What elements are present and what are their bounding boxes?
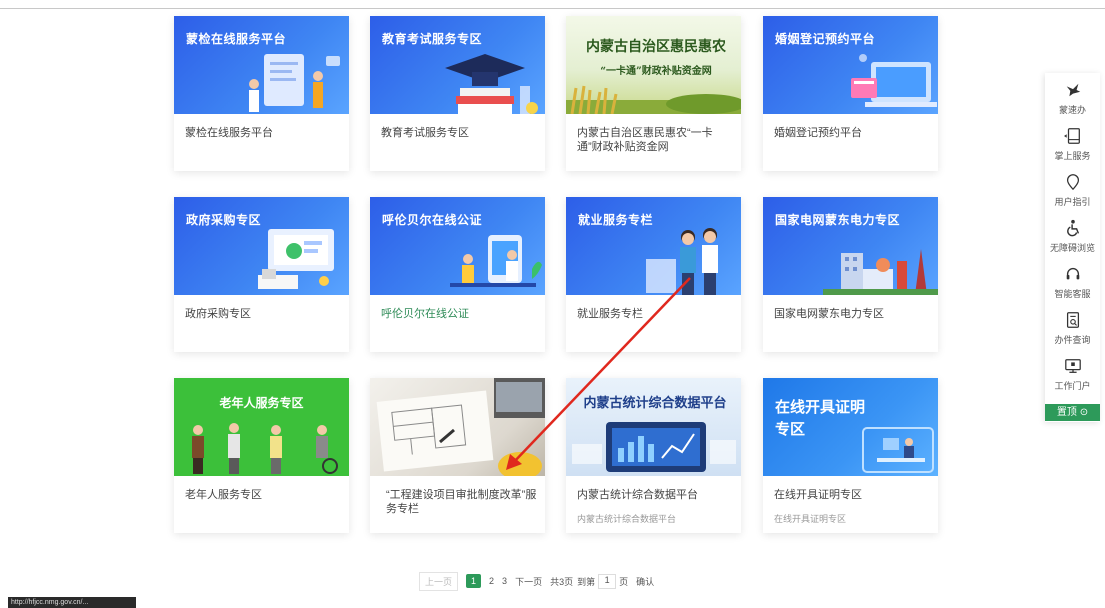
card-state-grid-mengdong[interactable]: 国家电网蒙东电力专区 国家电网蒙东电力专区	[763, 197, 938, 352]
card-sublabel: 内蒙古统计综合数据平台	[577, 514, 677, 524]
sidebar-item-label: 无障碍浏览	[1049, 243, 1095, 253]
card-banner-title: 蒙检在线服务平台	[186, 32, 287, 46]
sidebar-item-work-portal[interactable]: 工作门户	[1045, 351, 1100, 397]
pagination: 上一页 1 2 3 下一页 共3页 到第 1 页 确认	[419, 571, 662, 591]
card-label: 婚姻登记预约平台	[774, 127, 862, 139]
card-banner-title: 就业服务专栏	[578, 213, 654, 227]
card-label: 蒙检在线服务平台	[185, 127, 273, 139]
card-banner: 婚姻登记预约平台	[763, 16, 938, 114]
card-banner: 蒙检在线服务平台	[174, 16, 349, 114]
accessibility-icon	[1066, 219, 1079, 237]
card-label: 内蒙古自治区惠民惠农“一卡通”财政补贴资金网	[577, 127, 713, 153]
page-1-button[interactable]: 1	[466, 574, 482, 588]
sidebar-item-case-query[interactable]: 办件查询	[1045, 305, 1100, 351]
annotation-arrow	[506, 277, 691, 470]
elderly-people-illustration	[192, 423, 338, 474]
sidebar-item-smart-service[interactable]: 智能客服	[1045, 259, 1100, 305]
card-banner-title: 国家电网蒙东电力专区	[775, 213, 901, 227]
card-banner-title: 在线开具证明	[775, 399, 866, 416]
page-2-button[interactable]: 2	[489, 576, 494, 586]
sidebar-item-label: 蒙速办	[1058, 105, 1086, 115]
mobile-icon	[1063, 128, 1080, 144]
card-marriage-registration[interactable]: 婚姻登记预约平台 婚姻登记预约平台	[763, 16, 938, 171]
sidebar-item-label: 办件查询	[1054, 335, 1091, 345]
card-education-exam[interactable]: 教育考试服务专区 教育考试服务专区	[370, 16, 545, 171]
sidebar-item-user-guide[interactable]: 用户指引	[1045, 167, 1100, 213]
card-sublabel: 在线开具证明专区	[774, 514, 847, 524]
card-label: 在线开具证明专区	[774, 489, 862, 501]
headset-icon	[1066, 268, 1079, 280]
document-search-icon	[1066, 312, 1079, 328]
card-label: 内蒙古统计综合数据平台	[577, 489, 698, 501]
card-elderly-services[interactable]: 老年人服务专区 老年人服务专区	[174, 378, 349, 533]
sidebar-item-label: 工作门户	[1054, 381, 1091, 391]
office-desk-illustration	[862, 427, 934, 473]
next-page-button[interactable]: 下一页	[515, 575, 542, 588]
card-banner: 政府采购专区	[174, 197, 349, 295]
page-root: 蒙检在线服务平台 蒙检在线服务平台 教育考试服务专区 教育考试服务专区 内蒙古自…	[0, 0, 1105, 608]
people-document-illustration	[249, 54, 340, 112]
card-government-procurement[interactable]: 政府采购专区 政府采购专区	[174, 197, 349, 352]
goto-page-input[interactable]: 1	[598, 573, 617, 589]
sidebar-item-label: 智能客服	[1054, 289, 1091, 299]
back-to-top-label: 置顶	[1056, 407, 1077, 418]
sidebar-item-mengsuban[interactable]: 蒙速办	[1045, 75, 1100, 121]
card-banner-subtitle: “一卡通”财政补贴资金网	[600, 66, 712, 77]
sidebar-item-mobile-service[interactable]: 掌上服务	[1045, 121, 1100, 167]
card-label: 国家电网蒙东电力专区	[774, 308, 884, 320]
card-banner-title: 内蒙古自治区惠民惠农	[586, 39, 726, 55]
card-banner-title: 呼伦贝尔在线公证	[382, 213, 483, 227]
card-label: 政府采购专区	[185, 308, 251, 320]
wheat-field-illustration	[566, 85, 741, 114]
card-banner-title: 老年人服务专区	[219, 396, 304, 410]
sidebar-item-label: 用户指引	[1054, 197, 1091, 207]
card-banner-title: 教育考试服务专区	[382, 32, 483, 46]
back-to-top-button[interactable]: 置顶 ⊙	[1045, 404, 1100, 421]
sidebar-item-label: 掌上服务	[1054, 151, 1091, 161]
card-label: 教育考试服务专区	[381, 127, 469, 139]
shopping-laptop-illustration	[258, 229, 334, 289]
card-banner: 在线开具证明 专区	[763, 378, 938, 476]
card-banner-subtitle: 专区	[775, 421, 806, 438]
total-pages-text: 共3页	[550, 576, 574, 587]
prev-page-button[interactable]: 上一页	[419, 571, 459, 591]
calendar-laptop-illustration	[851, 54, 937, 107]
bird-icon	[1066, 83, 1080, 97]
page-unit-label: 页	[619, 576, 629, 587]
card-mengjian[interactable]: 蒙检在线服务平台 蒙检在线服务平台	[174, 16, 349, 171]
card-banner: 老年人服务专区	[174, 378, 349, 476]
confirm-button[interactable]: 确认	[636, 575, 654, 588]
card-banner-title: 婚姻登记预约平台	[775, 32, 876, 46]
browser-status-url: http://hfjcc.nmg.gov.cn/...	[8, 597, 136, 608]
card-label: 老年人服务专区	[185, 489, 262, 501]
graduation-cap-illustration	[445, 54, 538, 114]
page-3-button[interactable]: 3	[502, 576, 507, 586]
card-banner: 教育考试服务专区	[370, 16, 545, 114]
card-online-certificate[interactable]: 在线开具证明 专区 在线开具证明专区 在线开具证明专区	[763, 378, 938, 533]
card-label: “工程建设项目审批制度改革”服务专栏	[386, 489, 537, 515]
location-icon	[1066, 174, 1079, 191]
card-banner: 内蒙古自治区惠民惠农 “一卡通”财政补贴资金网	[566, 16, 741, 114]
card-banner: 国家电网蒙东电力专区	[763, 197, 938, 295]
chevron-up-icon: ⊙	[1079, 407, 1089, 418]
sidebar-item-accessibility[interactable]: 无障碍浏览	[1045, 213, 1100, 259]
monitor-icon	[1064, 359, 1081, 373]
card-huimin-huinong[interactable]: 内蒙古自治区惠民惠农 “一卡通”财政补贴资金网 内蒙古自治区惠民惠农“一卡通”财…	[566, 16, 741, 171]
top-divider	[0, 8, 1105, 9]
floating-sidebar: 蒙速办 掌上服务 用户指引 无障碍浏览 智能客服 办件查询 工作门户	[1045, 73, 1100, 422]
goto-label: 到第	[577, 576, 596, 587]
power-grid-buildings-illustration	[823, 249, 938, 295]
